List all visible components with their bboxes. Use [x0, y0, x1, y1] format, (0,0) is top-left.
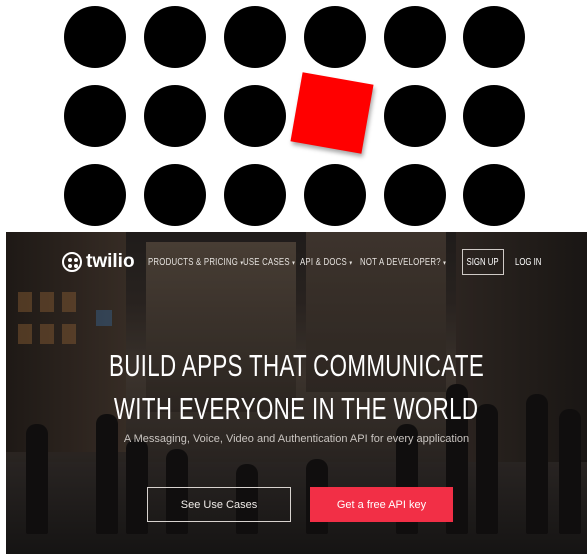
nav-item-label: USE CASES — [243, 257, 290, 268]
hero-title-text: WITH EVERYONE IN THE WORLD — [114, 391, 479, 426]
top-nav: twilio PRODUCTS & PRICING ▾ USE CASES ▾ AP… — [6, 232, 587, 292]
nav-item-label: NOT A DEVELOPER? — [360, 257, 441, 268]
black-dot — [304, 6, 366, 68]
black-dot — [224, 164, 286, 226]
chevron-down-icon: ▾ — [292, 260, 296, 267]
black-dot — [384, 164, 446, 226]
see-use-cases-button[interactable]: See Use Cases — [147, 487, 291, 522]
nav-not-a-developer[interactable]: NOT A DEVELOPER? ▾ — [360, 257, 446, 268]
chevron-down-icon: ▾ — [349, 260, 353, 267]
black-dot — [384, 6, 446, 68]
hero-title-line-2: WITH EVERYONE IN THE WORLD — [6, 391, 587, 427]
nav-item-label: API & DOCS — [300, 257, 347, 268]
red-square — [290, 72, 374, 154]
nav-api-docs[interactable]: API & DOCS ▾ — [300, 257, 352, 268]
black-dot — [304, 164, 366, 226]
hero-subtitle: A Messaging, Voice, Video and Authentica… — [123, 433, 470, 445]
black-dot — [144, 6, 206, 68]
black-dot — [224, 85, 286, 147]
black-dot — [224, 6, 286, 68]
nav-item-label: PRODUCTS & PRICING — [148, 257, 239, 268]
black-dot — [144, 85, 206, 147]
sign-up-label: SIGN UP — [466, 256, 500, 268]
log-in-link[interactable]: LOG IN — [515, 257, 541, 268]
hero-title-text: BUILD APPS THAT COMMUNICATE — [108, 348, 485, 383]
black-dot — [384, 85, 446, 147]
black-dot — [64, 6, 126, 68]
nav-products-pricing[interactable]: PRODUCTS & PRICING ▾ — [148, 257, 243, 268]
get-free-api-key-button[interactable]: Get a free API key — [310, 487, 453, 522]
website-hero-screenshot: twilio PRODUCTS & PRICING ▾ USE CASES ▾ AP… — [6, 232, 587, 554]
chevron-down-icon: ▾ — [443, 260, 447, 267]
sign-up-button[interactable]: SIGN UP — [462, 249, 504, 275]
nav-use-cases[interactable]: USE CASES ▾ — [243, 257, 295, 268]
black-dot — [463, 85, 525, 147]
twilio-logo[interactable]: twilio — [62, 251, 135, 273]
black-dot — [64, 85, 126, 147]
black-dot — [144, 164, 206, 226]
dot-grid-graphic — [0, 0, 587, 228]
logo-text: twilio — [86, 251, 135, 272]
black-dot — [64, 164, 126, 226]
twilio-logo-icon — [62, 252, 82, 272]
black-dot — [463, 164, 525, 226]
hero-title-line-1: BUILD APPS THAT COMMUNICATE — [6, 348, 587, 384]
black-dot — [463, 6, 525, 68]
